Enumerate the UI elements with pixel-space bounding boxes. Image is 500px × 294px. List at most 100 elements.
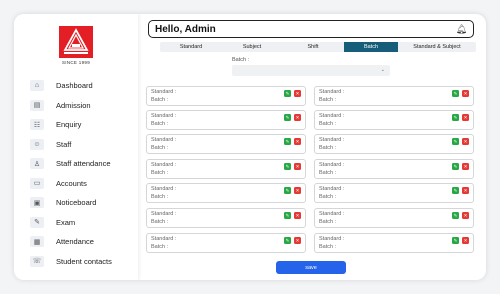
batch-select[interactable]: ⌄ [232, 65, 390, 76]
card-standard-label: Standard : [151, 113, 177, 119]
edit-icon[interactable]: ✎ [452, 114, 459, 121]
card-standard-label: Standard : [151, 211, 177, 217]
card-standard-label: Standard : [319, 236, 345, 242]
edit-icon[interactable]: ✎ [452, 187, 459, 194]
delete-icon[interactable]: ✕ [294, 90, 301, 97]
batch-card: Standard : Batch : ✎ ✕ [314, 159, 474, 179]
admission-icon: ▤ [30, 99, 44, 111]
card-standard-label: Standard : [151, 89, 177, 95]
tab-subject[interactable]: Subject [222, 42, 282, 52]
edit-icon[interactable]: ✎ [284, 114, 291, 121]
sidebar-item-student-contacts[interactable]: ☏ Student contacts [30, 252, 138, 272]
sidebar-item-exam[interactable]: ✎ Exam [30, 213, 138, 233]
edit-icon[interactable]: ✎ [452, 90, 459, 97]
batch-filter-label: Batch : [232, 57, 250, 63]
edit-icon[interactable]: ✎ [284, 212, 291, 219]
batch-card: Standard : Batch : ✎ ✕ [314, 183, 474, 203]
sidebar-item-label: Attendance [56, 237, 94, 247]
accounts-icon: ▭ [30, 177, 44, 189]
batch-card: Standard : Batch : ✎ ✕ [146, 110, 306, 130]
enquiry-icon: ☷ [30, 119, 44, 131]
header-bar: Hello, Admin 🔔︎ [148, 20, 474, 38]
sidebar-item-staff[interactable]: ☺ Staff [30, 135, 138, 155]
save-button[interactable]: save [276, 261, 346, 274]
sidebar-item-label: Accounts [56, 178, 87, 188]
card-standard-label: Standard : [319, 113, 345, 119]
edit-icon[interactable]: ✎ [284, 90, 291, 97]
attendance-icon: ▦ [30, 236, 44, 248]
sidebar-nav: ⌂ Dashboard ▤ Admission ☷ Enquiry ☺ Staf… [30, 76, 138, 271]
card-standard-label: Standard : [319, 89, 345, 95]
staff-icon: ☺ [30, 138, 44, 150]
card-batch-label: Batch : [319, 145, 337, 151]
batch-card: Standard : Batch : ✎ ✕ [314, 86, 474, 106]
school-logo: SINCE 1999 [59, 26, 93, 70]
batch-card: Standard : Batch : ✎ ✕ [314, 134, 474, 154]
batch-card: Standard : Batch : ✎ ✕ [146, 134, 306, 154]
sidebar-item-label: Staff attendance [56, 159, 111, 169]
sidebar-item-label: Student contacts [56, 256, 112, 266]
greeting-title: Hello, Admin [155, 23, 216, 35]
delete-icon[interactable]: ✕ [294, 237, 301, 244]
sidebar-item-admission[interactable]: ▤ Admission [30, 96, 138, 116]
delete-icon[interactable]: ✕ [462, 114, 469, 121]
card-standard-label: Standard : [151, 137, 177, 143]
staff-attendance-icon: ♙ [30, 158, 44, 170]
tab-batch[interactable]: Batch [344, 42, 398, 52]
card-batch-label: Batch : [151, 244, 169, 250]
noticeboard-icon: ▣ [30, 197, 44, 209]
delete-icon[interactable]: ✕ [294, 114, 301, 121]
edit-icon[interactable]: ✎ [452, 138, 459, 145]
edit-icon[interactable]: ✎ [284, 138, 291, 145]
edit-icon[interactable]: ✎ [284, 237, 291, 244]
card-standard-label: Standard : [151, 236, 177, 242]
delete-icon[interactable]: ✕ [462, 90, 469, 97]
delete-icon[interactable]: ✕ [462, 237, 469, 244]
card-batch-label: Batch : [319, 97, 337, 103]
card-batch-label: Batch : [151, 170, 169, 176]
card-standard-label: Standard : [319, 186, 345, 192]
delete-icon[interactable]: ✕ [462, 187, 469, 194]
tab-standard[interactable]: Standard [160, 42, 222, 52]
notification-bell-icon[interactable]: 🔔︎ [456, 24, 467, 35]
sidebar-item-enquiry[interactable]: ☷ Enquiry [30, 115, 138, 135]
delete-icon[interactable]: ✕ [294, 163, 301, 170]
tab-standard-and-subject[interactable]: Standard & Subject [398, 42, 476, 52]
delete-icon[interactable]: ✕ [462, 163, 469, 170]
sidebar: SINCE 1999 ⌂ Dashboard ▤ Admission ☷ Enq… [14, 14, 138, 280]
batch-card: Standard : Batch : ✎ ✕ [146, 86, 306, 106]
sidebar-item-dashboard[interactable]: ⌂ Dashboard [30, 76, 138, 96]
batch-card: Standard : Batch : ✎ ✕ [314, 110, 474, 130]
delete-icon[interactable]: ✕ [294, 187, 301, 194]
edit-icon[interactable]: ✎ [452, 163, 459, 170]
tab-shift[interactable]: Shift [282, 42, 344, 52]
delete-icon[interactable]: ✕ [462, 138, 469, 145]
sidebar-item-label: Enquiry [56, 120, 82, 130]
edit-icon[interactable]: ✎ [284, 163, 291, 170]
batch-card: Standard : Batch : ✎ ✕ [146, 233, 306, 253]
sidebar-item-staff-attendance[interactable]: ♙ Staff attendance [30, 154, 138, 174]
logo-caption: SINCE 1999 [61, 60, 90, 65]
card-batch-label: Batch : [151, 97, 169, 103]
edit-icon[interactable]: ✎ [452, 237, 459, 244]
category-tabs: Standard Subject Shift Batch Standard & … [160, 42, 476, 52]
delete-icon[interactable]: ✕ [294, 138, 301, 145]
card-standard-label: Standard : [151, 162, 177, 168]
sidebar-item-label: Exam [56, 217, 76, 227]
batch-card: Standard : Batch : ✎ ✕ [314, 233, 474, 253]
sidebar-item-accounts[interactable]: ▭ Accounts [30, 174, 138, 194]
delete-icon[interactable]: ✕ [462, 212, 469, 219]
app-window: SINCE 1999 ⌂ Dashboard ▤ Admission ☷ Enq… [14, 14, 486, 280]
exam-icon: ✎ [30, 216, 44, 228]
card-batch-label: Batch : [319, 244, 337, 250]
sidebar-item-attendance[interactable]: ▦ Attendance [30, 232, 138, 252]
delete-icon[interactable]: ✕ [294, 212, 301, 219]
batch-card: Standard : Batch : ✎ ✕ [146, 208, 306, 228]
edit-icon[interactable]: ✎ [452, 212, 459, 219]
edit-icon[interactable]: ✎ [284, 187, 291, 194]
batch-card: Standard : Batch : ✎ ✕ [146, 183, 306, 203]
batch-card: Standard : Batch : ✎ ✕ [314, 208, 474, 228]
sidebar-item-noticeboard[interactable]: ▣ Noticeboard [30, 193, 138, 213]
card-standard-label: Standard : [319, 137, 345, 143]
sidebar-item-label: Dashboard [56, 81, 93, 91]
